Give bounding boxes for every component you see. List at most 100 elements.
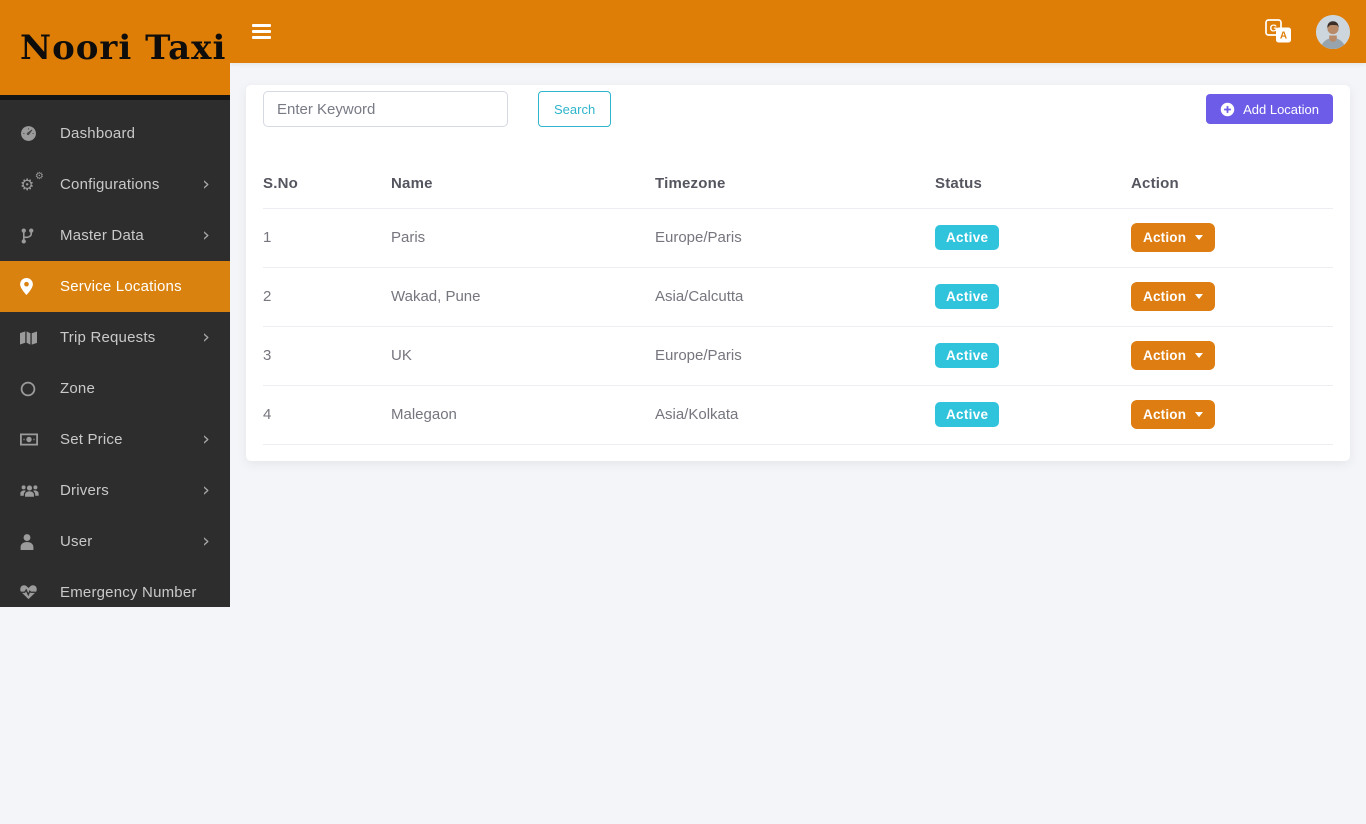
topbar-right: G A [1265,14,1350,49]
sidebar-item-service-locations[interactable]: Service Locations [0,261,230,312]
table-row: 1 Paris Europe/Paris Active Action [263,208,1333,268]
status-badge: Active [935,284,1000,309]
sidebar-item-trip-requests[interactable]: Trip Requests › [0,312,230,363]
cell-status: Active [935,267,1131,327]
table-row: 3 UK Europe/Paris Active Action [263,326,1333,386]
header-name: Name [391,160,655,209]
action-button-label: Action [1143,230,1187,245]
branch-icon [20,226,46,246]
add-location-button[interactable]: Add Location [1206,94,1333,124]
toolbar: Search Add Location [263,91,1333,127]
sidebar-item-drivers[interactable]: Drivers › [0,465,230,516]
circle-icon [20,379,46,399]
sidebar-item-set-price[interactable]: Set Price › [0,414,230,465]
cell-timezone: Asia/Calcutta [655,267,935,327]
sidebar-item-user[interactable]: User › [0,516,230,567]
dashboard-icon [20,124,46,144]
map-marker-icon [20,277,46,297]
chevron-right-icon: › [202,326,210,348]
service-locations-card: Search Add Location S.No Name Timezone S… [246,85,1350,461]
map-icon [20,328,46,348]
chevron-right-icon: › [202,530,210,552]
header-timezone: Timezone [655,160,935,209]
sidebar-item-label: Emergency Number [60,584,197,601]
sidebar-item-label: Master Data [60,227,144,244]
sidebar-item-label: Set Price [60,431,123,448]
sidebar-item-label: Service Locations [60,278,182,295]
user-icon [20,532,46,552]
cell-status: Active [935,208,1131,268]
caret-down-icon [1195,353,1204,358]
caret-down-icon [1195,235,1204,240]
table-row: 4 Malegaon Asia/Kolkata Active Action [263,385,1333,445]
sidebar-item-label: Zone [60,380,95,397]
cell-sno: 4 [263,385,391,445]
brand-logo[interactable]: Noori Taxi [0,0,230,100]
topbar: G A [230,0,1366,63]
table-header-row: S.No Name Timezone Status Action [263,160,1333,209]
cell-name: UK [391,326,655,386]
money-icon [20,430,46,450]
brand-name: Noori Taxi [20,27,227,68]
chevron-right-icon: › [202,479,210,501]
cell-action: Action [1131,326,1333,386]
action-button-label: Action [1143,407,1187,422]
hamburger-menu-icon[interactable] [252,21,271,42]
sidebar-item-zone[interactable]: Zone [0,363,230,414]
cell-status: Active [935,326,1131,386]
sidebar-item-label: User [60,533,93,550]
caret-down-icon [1195,294,1204,299]
status-badge: Active [935,402,1000,427]
sidebar-item-dashboard[interactable]: Dashboard [0,108,230,159]
action-button-label: Action [1143,289,1187,304]
action-dropdown-button[interactable]: Action [1131,282,1216,311]
sidebar-item-label: Dashboard [60,125,136,142]
chevron-right-icon: › [202,224,210,246]
cell-action: Action [1131,385,1333,445]
sidebar-item-emergency-number[interactable]: Emergency Number [0,567,230,607]
gears-icon: ⚙ ⚙ [20,170,44,194]
header-action: Action [1131,160,1333,209]
action-dropdown-button[interactable]: Action [1131,341,1216,370]
sidebar-nav: Dashboard ⚙ ⚙ Configurations › Master Data › Se… [0,100,230,607]
sidebar-item-label: Trip Requests [60,329,156,346]
sidebar-item-label: Drivers [60,482,109,499]
cell-sno: 3 [263,326,391,386]
add-location-label: Add Location [1243,101,1319,117]
cell-timezone: Asia/Kolkata [655,385,935,445]
heartbeat-icon [20,583,46,603]
search-button[interactable]: Search [538,91,612,127]
search-input[interactable] [263,91,508,127]
action-button-label: Action [1143,348,1187,363]
cell-sno: 2 [263,267,391,327]
header-status: Status [935,160,1131,209]
cell-name: Wakad, Pune [391,267,655,327]
caret-down-icon [1195,412,1204,417]
chevron-right-icon: › [202,173,210,195]
sidebar: Noori Taxi Dashboard ⚙ ⚙ Configurations › Mas… [0,0,230,607]
status-badge: Active [935,343,1000,368]
svg-text:A: A [1280,31,1287,42]
chevron-right-icon: › [202,428,210,450]
sidebar-item-configurations[interactable]: ⚙ ⚙ Configurations › [0,159,230,210]
action-dropdown-button[interactable]: Action [1131,223,1216,252]
sidebar-item-master-data[interactable]: Master Data › [0,210,230,261]
user-avatar[interactable] [1316,14,1350,49]
status-badge: Active [935,225,1000,250]
cell-status: Active [935,385,1131,445]
translate-icon[interactable]: G A [1265,19,1292,44]
cell-sno: 1 [263,208,391,268]
cell-timezone: Europe/Paris [655,208,935,268]
cell-action: Action [1131,208,1333,268]
plus-circle-icon [1220,102,1235,117]
cell-name: Paris [391,208,655,268]
table-row: 2 Wakad, Pune Asia/Calcutta Active Action [263,267,1333,327]
cell-timezone: Europe/Paris [655,326,935,386]
header-sno: S.No [263,160,391,209]
sidebar-item-label: Configurations [60,176,160,193]
locations-table: S.No Name Timezone Status Action 1 Paris E… [263,160,1333,445]
action-dropdown-button[interactable]: Action [1131,400,1216,429]
users-icon [20,481,46,501]
cell-action: Action [1131,267,1333,327]
cell-name: Malegaon [391,385,655,445]
